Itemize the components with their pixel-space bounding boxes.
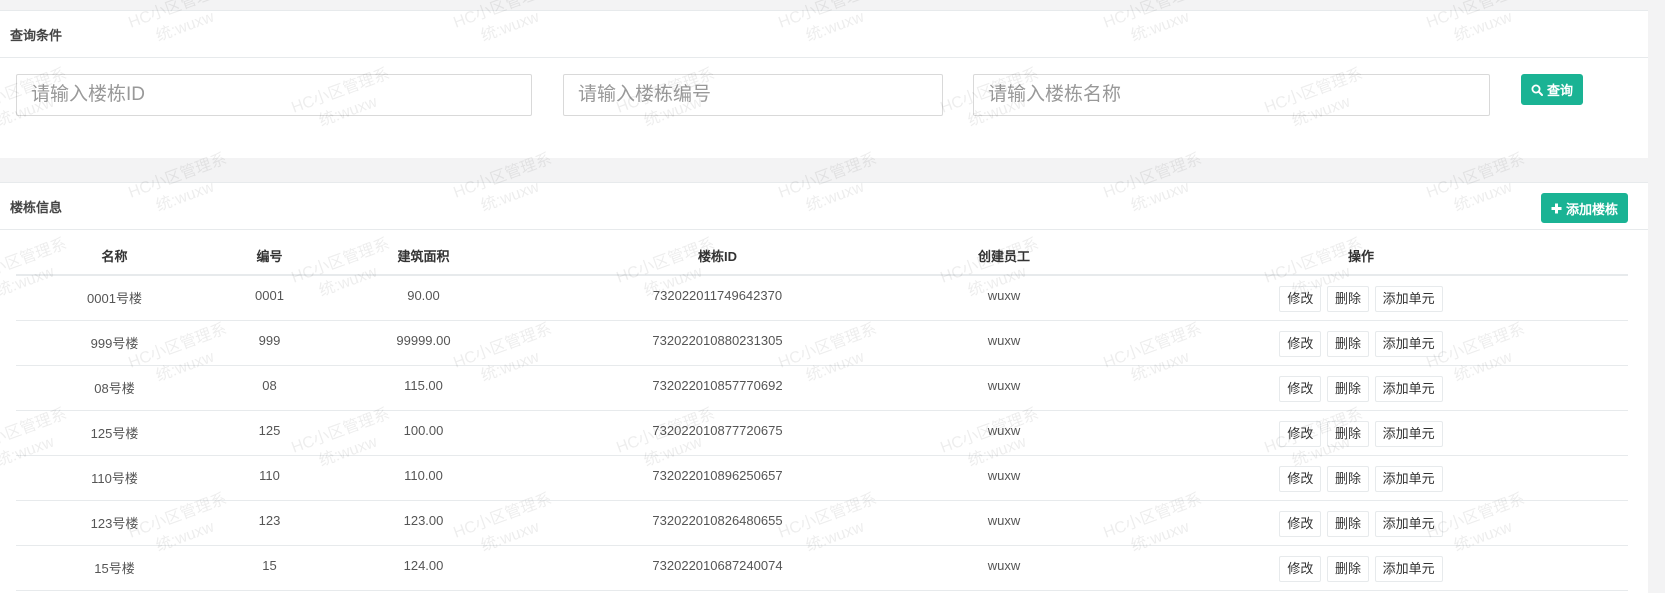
cell-name: 08号楼 <box>16 365 213 411</box>
table-row: 08号楼 08 115.00 732022010857770692 wuxw 修… <box>16 365 1628 411</box>
cell-name: 125号楼 <box>16 410 213 456</box>
cell-actions: 修改 删除 添加单元 <box>1094 545 1628 591</box>
column-header-area: 建筑面积 <box>326 237 521 276</box>
building-list-title: 楼栋信息 <box>10 199 63 215</box>
table-row: 999号楼 999 99999.00 732022010880231305 wu… <box>16 320 1628 366</box>
add-unit-button[interactable]: 添加单元 <box>1374 510 1443 537</box>
query-panel: 查询条件 查询 <box>0 10 1648 158</box>
delete-button[interactable]: 删除 <box>1326 555 1369 582</box>
cell-name: 15号楼 <box>16 545 213 591</box>
table-body: 0001号楼 0001 90.00 732022011749642370 wux… <box>16 275 1628 591</box>
edit-button[interactable]: 修改 <box>1279 286 1322 312</box>
column-header-building-id: 楼栋ID <box>521 237 914 276</box>
table-row: 110号楼 110 110.00 732022010896250657 wuxw… <box>16 455 1628 501</box>
cell-area: 115.00 <box>326 365 521 411</box>
table-row: 125号楼 125 100.00 732022010877720675 wuxw… <box>16 410 1628 456</box>
cell-creator: wuxw <box>914 545 1094 591</box>
column-header-creator: 创建员工 <box>914 237 1094 276</box>
table-header-row: 名称 编号 建筑面积 楼栋ID 创建员工 操作 <box>16 237 1628 276</box>
cell-creator: wuxw <box>914 410 1094 456</box>
table-row: 123号楼 123 123.00 732022010826480655 wuxw… <box>16 500 1628 546</box>
cell-name: 123号楼 <box>16 500 213 546</box>
delete-button[interactable]: 删除 <box>1326 420 1369 447</box>
cell-number: 123 <box>213 500 326 546</box>
cell-area: 110.00 <box>326 455 521 501</box>
cell-actions: 修改 删除 添加单元 <box>1094 455 1628 501</box>
cell-building-id: 732022010826480655 <box>521 500 914 546</box>
delete-button[interactable]: 删除 <box>1326 330 1369 357</box>
add-unit-button[interactable]: 添加单元 <box>1374 286 1443 312</box>
page: 查询条件 查询 楼栋信息 添加楼栋 <box>0 0 1665 593</box>
cell-creator: wuxw <box>914 320 1094 366</box>
cell-actions: 修改 删除 添加单元 <box>1094 365 1628 411</box>
cell-building-id: 732022010877720675 <box>521 410 914 456</box>
edit-button[interactable]: 修改 <box>1279 420 1322 447</box>
cell-building-id: 732022010857770692 <box>521 365 914 411</box>
edit-button[interactable]: 修改 <box>1279 510 1322 537</box>
cell-creator: wuxw <box>914 455 1094 501</box>
query-panel-header: 查询条件 <box>0 11 1648 58</box>
cell-building-id: 732022010896250657 <box>521 455 914 501</box>
building-table: 名称 编号 建筑面积 楼栋ID 创建员工 操作 0001号楼 0001 90.0… <box>16 237 1628 591</box>
column-header-name: 名称 <box>16 237 213 276</box>
delete-button[interactable]: 删除 <box>1326 465 1369 492</box>
cell-area: 100.00 <box>326 410 521 456</box>
cell-number: 0001 <box>213 275 326 321</box>
plus-icon <box>1551 203 1562 213</box>
search-button[interactable]: 查询 <box>1521 74 1584 105</box>
building-list-header: 楼栋信息 添加楼栋 <box>0 183 1648 230</box>
cell-creator: wuxw <box>914 500 1094 546</box>
cell-building-id: 732022010687240074 <box>521 545 914 591</box>
add-unit-button[interactable]: 添加单元 <box>1374 420 1443 447</box>
add-unit-button[interactable]: 添加单元 <box>1374 375 1443 402</box>
cell-actions: 修改 删除 添加单元 <box>1094 410 1628 456</box>
cell-creator: wuxw <box>914 365 1094 411</box>
cell-area: 124.00 <box>326 545 521 591</box>
delete-button[interactable]: 删除 <box>1326 286 1369 312</box>
building-name-input[interactable] <box>973 74 1490 116</box>
cell-building-id: 732022010880231305 <box>521 320 914 366</box>
cell-area: 123.00 <box>326 500 521 546</box>
table-row: 0001号楼 0001 90.00 732022011749642370 wux… <box>16 275 1628 321</box>
delete-button[interactable]: 删除 <box>1326 510 1369 537</box>
cell-area: 99999.00 <box>326 320 521 366</box>
add-building-label: 添加楼栋 <box>1565 201 1618 217</box>
cell-number: 999 <box>213 320 326 366</box>
cell-creator: wuxw <box>914 275 1094 321</box>
edit-button[interactable]: 修改 <box>1279 375 1322 402</box>
cell-actions: 修改 删除 添加单元 <box>1094 275 1628 321</box>
table-row: 15号楼 15 124.00 732022010687240074 wuxw 修… <box>16 545 1628 591</box>
cell-area: 90.00 <box>326 275 521 321</box>
cell-number: 125 <box>213 410 326 456</box>
query-panel-body: 查询 <box>0 58 1648 158</box>
cell-name: 999号楼 <box>16 320 213 366</box>
cell-number: 08 <box>213 365 326 411</box>
edit-button[interactable]: 修改 <box>1279 465 1322 492</box>
edit-button[interactable]: 修改 <box>1279 555 1322 582</box>
add-unit-button[interactable]: 添加单元 <box>1374 465 1443 492</box>
cell-actions: 修改 删除 添加单元 <box>1094 320 1628 366</box>
building-id-input[interactable] <box>16 74 532 116</box>
building-list-panel: 楼栋信息 添加楼栋 名称 编号 建筑面积 楼栋ID 创建员工 操作 0001号楼… <box>0 182 1648 593</box>
add-building-button[interactable]: 添加楼栋 <box>1540 193 1628 223</box>
cell-number: 15 <box>213 545 326 591</box>
search-button-label: 查询 <box>1547 83 1574 98</box>
add-unit-button[interactable]: 添加单元 <box>1374 555 1443 582</box>
column-header-number: 编号 <box>213 237 326 276</box>
search-icon <box>1531 84 1543 96</box>
delete-button[interactable]: 删除 <box>1326 375 1369 402</box>
column-header-actions: 操作 <box>1094 237 1628 276</box>
cell-name: 0001号楼 <box>16 275 213 321</box>
edit-button[interactable]: 修改 <box>1279 330 1322 357</box>
cell-building-id: 732022011749642370 <box>521 275 914 321</box>
building-number-input[interactable] <box>563 74 943 116</box>
cell-number: 110 <box>213 455 326 501</box>
add-unit-button[interactable]: 添加单元 <box>1374 330 1443 357</box>
cell-actions: 修改 删除 添加单元 <box>1094 500 1628 546</box>
query-panel-title: 查询条件 <box>10 27 63 43</box>
cell-name: 110号楼 <box>16 455 213 501</box>
